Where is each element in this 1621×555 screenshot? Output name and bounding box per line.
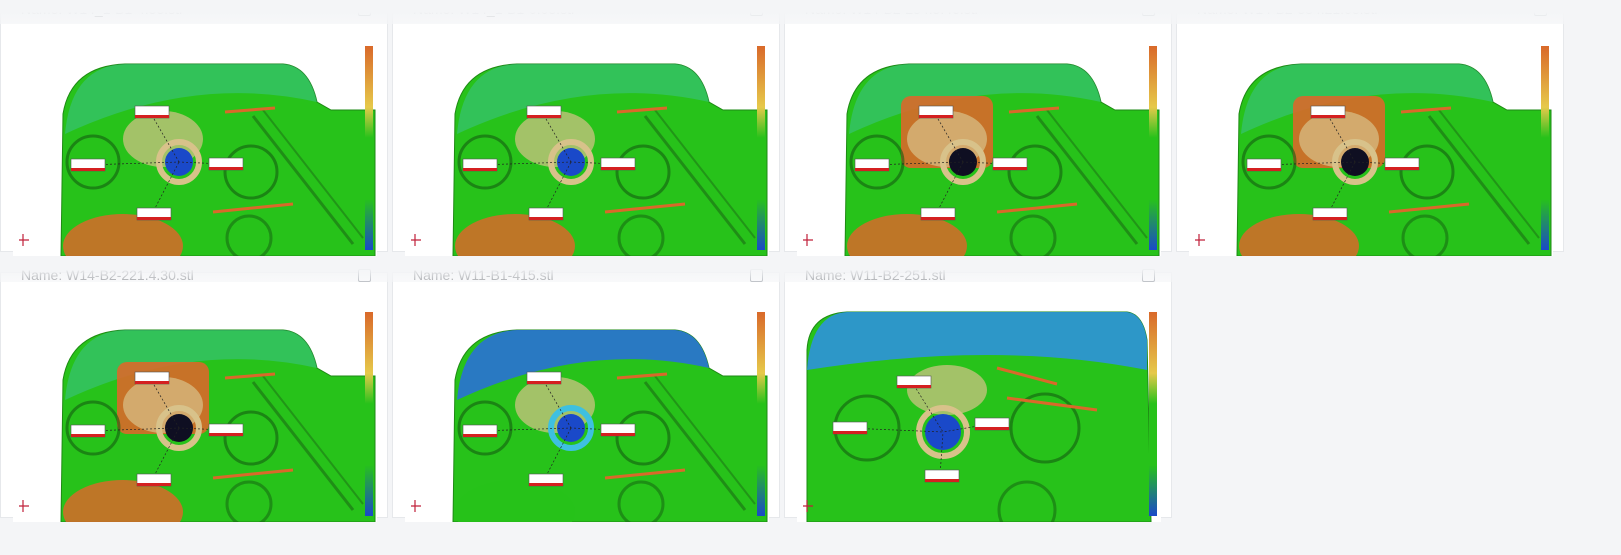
measurement-label-bar [855, 168, 889, 171]
card-filename: Name: W11-B2-251.stl [805, 267, 946, 283]
measurement-label-bar [527, 381, 561, 384]
card-filename: Name: W11-B1-415.stl [413, 267, 554, 283]
scan-card[interactable]: Name: W14-B2-254.5.46.stl [784, 1, 1172, 256]
measurement-label-bar [975, 427, 1009, 430]
color-scale-bar [1149, 312, 1157, 516]
card-filename: Name: W14_1-B1-0.08.stl [413, 1, 575, 17]
card-filename: Name: W14_1-B1-4.33.stl [21, 1, 183, 17]
measurement-label-bar [527, 115, 561, 118]
select-checkbox[interactable] [750, 3, 763, 16]
scan-card[interactable]: Name: W14-B2-384.21.08.stl [1176, 1, 1564, 256]
measurement-label-bar [135, 381, 169, 384]
measurement-label-bar [463, 168, 497, 171]
measurement-label-bar [135, 115, 169, 118]
scan-card[interactable]: Name: W11-B1-415.stl [392, 267, 780, 522]
scan-card[interactable]: Name: W14_1-B1-0.08.stl [392, 1, 780, 256]
axis-triad-icon [411, 500, 421, 512]
card-filename: Name: W14-B2-254.5.46.stl [805, 1, 978, 17]
color-scale-bar [757, 46, 765, 250]
measurement-label-bar [993, 167, 1027, 170]
color-scale-bar [1149, 46, 1157, 250]
measurement-label-bar [137, 483, 171, 486]
measurement-label-bar [209, 433, 243, 436]
card-header: Name: W11-B2-251.stl [785, 267, 1171, 311]
deviation-map-thumbnail[interactable] [405, 44, 769, 256]
measurement-label-bar [925, 479, 959, 482]
card-header: Name: W14-B2-221.4.30.stl [1, 267, 387, 311]
deviation-map-thumbnail[interactable] [13, 310, 377, 522]
axis-triad-icon [803, 234, 813, 246]
measurement-label-bar [71, 168, 105, 171]
scan-card[interactable]: Name: W14_1-B1-4.33.stl [0, 1, 388, 256]
select-checkbox[interactable] [1142, 269, 1155, 282]
deviation-map-thumbnail[interactable] [1189, 44, 1553, 256]
color-scale-bar [365, 46, 373, 250]
measurement-label-bar [1385, 167, 1419, 170]
color-scale-bar [1541, 46, 1549, 250]
axis-triad-icon [19, 234, 29, 246]
card-header: Name: W14_1-B1-0.08.stl [393, 1, 779, 45]
card-filename: Name: W14-B2-221.4.30.stl [21, 267, 194, 283]
select-checkbox[interactable] [1142, 3, 1155, 16]
select-checkbox[interactable] [358, 3, 371, 16]
measurement-label-bar [921, 217, 955, 220]
card-header: Name: W14-B2-384.21.08.stl [1177, 1, 1563, 45]
scan-card[interactable]: Name: W14-B2-221.4.30.stl [0, 267, 388, 522]
measurement-label-bar [463, 434, 497, 437]
card-header: Name: W14-B2-254.5.46.stl [785, 1, 1171, 45]
measurement-label-bar [529, 217, 563, 220]
measurement-label-bar [919, 115, 953, 118]
card-header: Name: W14_1-B1-4.33.stl [1, 1, 387, 45]
card-header: Name: W11-B1-415.stl [393, 267, 779, 311]
select-checkbox[interactable] [750, 269, 763, 282]
measurement-label-bar [601, 433, 635, 436]
select-checkbox[interactable] [1534, 3, 1547, 16]
measurement-label-bar [137, 217, 171, 220]
measurement-label-bar [833, 431, 867, 434]
measurement-label-bar [601, 167, 635, 170]
deviation-map-thumbnail[interactable] [797, 44, 1161, 256]
measurement-label-bar [1247, 168, 1281, 171]
measurement-label-bar [1311, 115, 1345, 118]
scan-gallery: Name: W14_1-B1-4.33.stl Name: W14_1-B1-0… [0, 0, 1621, 555]
deviation-map-thumbnail[interactable] [797, 310, 1161, 522]
card-filename: Name: W14-B2-384.21.08.stl [1197, 1, 1378, 17]
color-scale-bar [757, 312, 765, 516]
measurement-label-bar [529, 483, 563, 486]
select-checkbox[interactable] [358, 269, 371, 282]
axis-triad-icon [1195, 234, 1205, 246]
axis-triad-icon [411, 234, 421, 246]
measurement-label-bar [209, 167, 243, 170]
measurement-label-bar [897, 385, 931, 388]
deviation-map-thumbnail[interactable] [13, 44, 377, 256]
color-scale-bar [365, 312, 373, 516]
scan-card[interactable]: Name: W11-B2-251.stl [784, 267, 1172, 522]
measurement-label-bar [71, 434, 105, 437]
measurement-label-bar [1313, 217, 1347, 220]
deviation-map-thumbnail[interactable] [405, 310, 769, 522]
axis-triad-icon [19, 500, 29, 512]
